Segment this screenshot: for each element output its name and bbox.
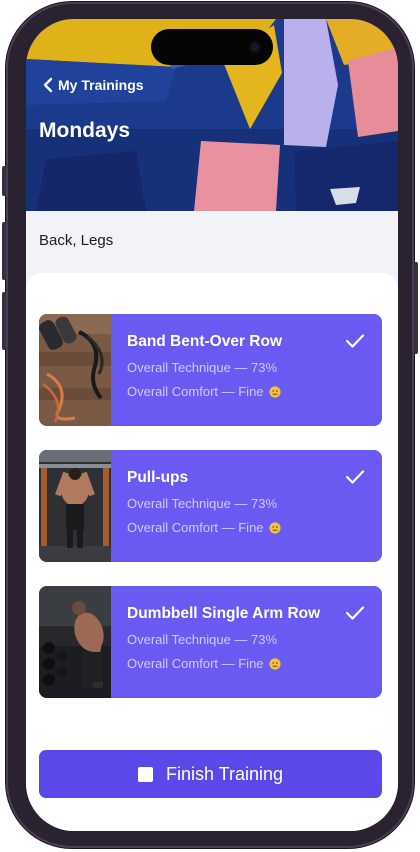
comfort-rating: Overall Comfort — Fine bbox=[127, 384, 281, 399]
technique-text: Overall Technique — 73% bbox=[127, 496, 278, 511]
finish-training-button[interactable]: Finish Training bbox=[39, 750, 382, 798]
comfort-text: Overall Comfort — Fine bbox=[127, 656, 264, 671]
action-button bbox=[2, 166, 6, 196]
exercise-name: Dumbbell Single Arm Row bbox=[127, 605, 321, 622]
exercise-card[interactable]: Pull-ups Overall Technique — 73% Overall… bbox=[39, 450, 382, 562]
exercise-thumbnail bbox=[39, 450, 111, 562]
neutral-face-emoji bbox=[268, 385, 281, 398]
checkbox-icon bbox=[137, 766, 153, 782]
page-title: Mondays bbox=[39, 119, 131, 142]
exercise-thumbnail bbox=[39, 314, 111, 426]
back-label: My Trainings bbox=[58, 77, 144, 93]
technique-score: Overall Technique — 73% bbox=[127, 496, 277, 511]
exercise-sheet: Band Bent-Over Row Overall Technique — 7… bbox=[26, 273, 398, 831]
chevron-left-icon bbox=[40, 75, 56, 95]
exercise-thumbnail bbox=[39, 586, 111, 698]
finish-training-label: Finish Training bbox=[165, 763, 284, 784]
technique-score: Overall Technique — 73% bbox=[127, 360, 277, 375]
exercise-card[interactable]: Dumbbell Single Arm Row Overall Techniqu… bbox=[39, 586, 382, 698]
checkmark-icon bbox=[345, 606, 365, 620]
comfort-rating: Overall Comfort — Fine bbox=[127, 520, 281, 535]
neutral-face-emoji bbox=[268, 657, 281, 670]
technique-score: Overall Technique — 73% bbox=[127, 632, 277, 647]
power-button bbox=[414, 262, 418, 354]
exercise-card[interactable]: Band Bent-Over Row Overall Technique — 7… bbox=[39, 314, 382, 426]
checkmark-icon bbox=[345, 334, 365, 348]
technique-text: Overall Technique — 73% bbox=[127, 632, 278, 647]
exercise-name: Band Bent-Over Row bbox=[127, 333, 283, 350]
dynamic-island bbox=[151, 29, 273, 65]
exercise-name: Pull-ups bbox=[127, 469, 189, 486]
volume-up-button bbox=[2, 222, 6, 280]
checkmark-icon bbox=[345, 470, 365, 484]
app-screen: My Trainings Mondays Back, Legs Band Ben… bbox=[26, 19, 398, 831]
volume-down-button bbox=[2, 292, 6, 350]
comfort-text: Overall Comfort — Fine bbox=[127, 520, 264, 535]
neutral-face-emoji bbox=[268, 521, 281, 534]
technique-text: Overall Technique — 73% bbox=[127, 360, 278, 375]
header-banner: My Trainings Mondays bbox=[26, 19, 398, 211]
comfort-rating: Overall Comfort — Fine bbox=[127, 656, 281, 671]
back-button[interactable]: My Trainings bbox=[40, 75, 144, 95]
muscle-groups-label: Back, Legs bbox=[39, 232, 114, 249]
front-camera bbox=[249, 41, 261, 53]
comfort-text: Overall Comfort — Fine bbox=[127, 384, 264, 399]
